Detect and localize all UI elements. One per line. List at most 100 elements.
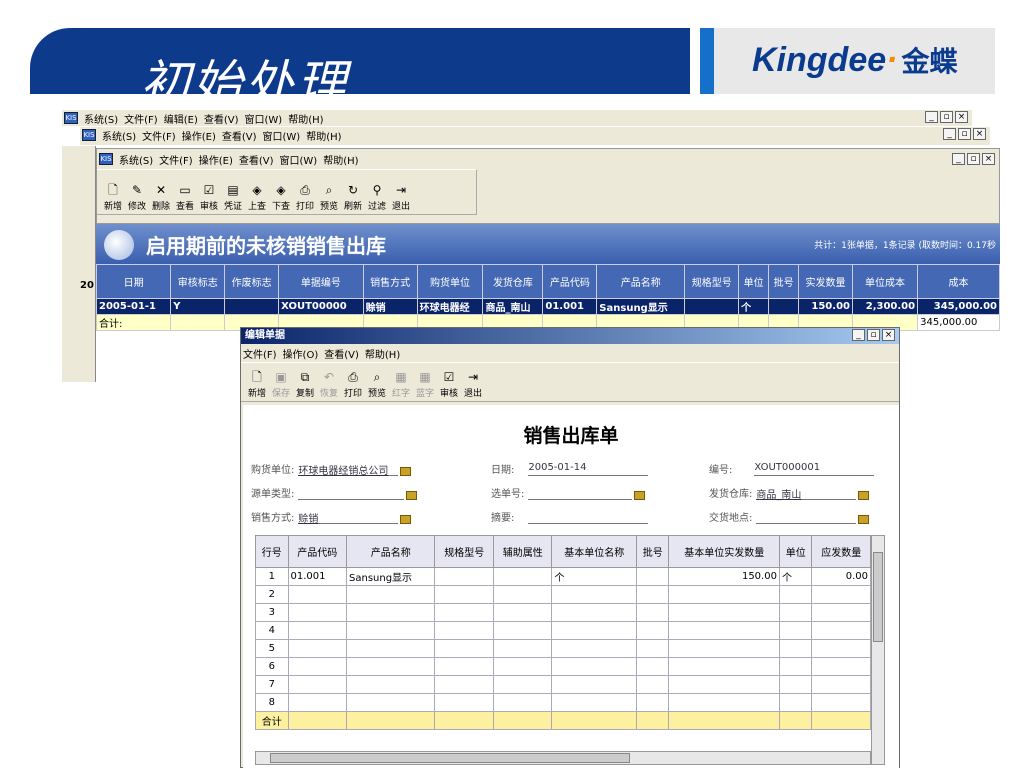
grid-cell[interactable]: 7 [255,675,289,694]
toolbar-button[interactable]: ⇥ 退出 [461,370,485,399]
grid-cell[interactable] [287,693,347,712]
grid-cell[interactable] [551,621,637,640]
toolbar-button[interactable]: ⌕ 预览 [365,370,389,399]
grid-cell[interactable]: 150.00 [668,567,780,586]
grid-cell[interactable] [778,603,813,622]
memo-input[interactable] [528,510,649,524]
grid-cell[interactable] [551,639,637,658]
toolbar-button[interactable]: ▦ 蓝字 [413,370,437,399]
grid-cell[interactable] [811,603,871,622]
lookup-icon[interactable] [634,491,646,500]
menu-item[interactable]: 帮助(H) [288,111,323,126]
grid-cell[interactable] [434,693,494,712]
grid-cell[interactable] [778,693,813,712]
grid-cell[interactable] [668,585,780,604]
menu-item[interactable]: 系统(S) [102,128,136,143]
grid-cell[interactable] [635,657,670,676]
grid-cell[interactable]: Sansung显示 [345,567,436,586]
number-input[interactable]: XOUT000001 [754,462,875,476]
grid-cell[interactable] [635,639,670,658]
grid-cell[interactable] [492,657,553,676]
toolbar-button[interactable]: 🗋 新增 [245,370,269,399]
menu-item[interactable]: 窗口(W) [245,111,283,126]
table-row[interactable]: 6 [255,657,871,676]
lookup-icon[interactable] [858,491,870,500]
column-header[interactable]: 辅助属性 [492,535,553,568]
minimize-icon[interactable]: _ [943,128,956,140]
grid-cell[interactable] [434,675,494,694]
menu-item[interactable]: 窗口(W) [263,128,301,143]
toolbar-button[interactable]: ↶ 恢复 [317,370,341,399]
grid-cell[interactable] [345,603,436,622]
lookup-icon[interactable] [400,515,412,524]
toolbar-button[interactable]: ▭ 查看 [173,183,197,212]
grid-cell[interactable] [492,585,553,604]
grid-cell[interactable] [434,585,494,604]
toolbar-button[interactable]: ↻ 刷新 [341,183,365,212]
column-header[interactable]: 购货单位 [416,264,484,299]
grid-cell[interactable] [668,675,780,694]
column-header[interactable]: 规格型号 [684,264,740,299]
column-header[interactable]: 产品代码 [287,535,347,568]
grid-cell[interactable] [551,693,637,712]
scroll-thumb[interactable] [270,753,630,763]
grid-cell[interactable] [287,585,347,604]
column-header[interactable]: 单位成本 [851,264,919,299]
minimize-icon[interactable]: _ [952,153,965,165]
menu-item[interactable]: 查看(V) [222,128,257,143]
column-header[interactable]: 应发数量 [811,535,871,568]
lookup-icon[interactable] [400,467,412,476]
menu-item[interactable]: 文件(F) [159,152,193,167]
app-icon[interactable]: KIS [64,112,78,124]
grid-cell[interactable] [811,639,871,658]
grid-cell[interactable]: 8 [255,693,289,712]
app-icon[interactable]: KIS [82,129,96,141]
menu-item[interactable]: 操作(O) [283,346,319,361]
grid-cell[interactable] [287,603,347,622]
toolbar-button[interactable]: ⧉ 复制 [293,370,317,399]
menu-item[interactable]: 查看(V) [204,111,239,126]
grid-cell[interactable] [811,621,871,640]
grid-cell[interactable] [551,657,637,676]
grid-cell[interactable] [668,603,780,622]
grid-cell[interactable] [668,621,780,640]
restore-icon[interactable]: ▫ [867,329,880,341]
menu-item[interactable]: 窗口(W) [280,152,318,167]
toolbar-button[interactable]: ✎ 修改 [125,183,149,212]
grid-cell[interactable] [287,639,347,658]
grid-cell[interactable] [345,621,436,640]
grid-cell[interactable] [778,675,813,694]
table-row[interactable]: 5 [255,639,871,658]
toolbar-button[interactable]: ◈ 上查 [245,183,269,212]
column-header[interactable]: 审核标志 [170,264,226,299]
grid-cell[interactable] [811,657,871,676]
grid-cell[interactable] [668,693,780,712]
buyer-input[interactable]: 环球电器经销总公司 [298,462,399,477]
grid-cell[interactable] [551,585,637,604]
scroll-thumb[interactable] [873,552,883,642]
grid-cell[interactable]: 2 [255,585,289,604]
sale-method-input[interactable]: 赊销 [298,510,399,525]
grid-cell[interactable]: 4 [255,621,289,640]
delivery-place-input[interactable] [756,510,857,524]
grid-cell[interactable] [345,585,436,604]
restore-icon[interactable]: ▫ [958,128,971,140]
grid-cell[interactable] [635,675,670,694]
grid-cell[interactable] [778,621,813,640]
toolbar-button[interactable]: ◈ 下查 [269,183,293,212]
grid-cell[interactable] [811,675,871,694]
grid-cell[interactable]: 个 [778,567,813,586]
menu-item[interactable]: 查看(V) [239,152,274,167]
minimize-icon[interactable]: _ [925,111,938,123]
grid-cell[interactable] [492,639,553,658]
source-type-input[interactable] [298,486,405,500]
horizontal-scrollbar[interactable] [255,751,871,765]
grid-cell[interactable] [434,567,494,586]
column-header[interactable]: 批号 [635,535,670,568]
table-row[interactable]: 8 [255,693,871,712]
column-header[interactable]: 作废标志 [224,264,280,299]
grid-cell[interactable] [492,567,553,586]
toolbar-button[interactable]: ⎙ 打印 [293,183,317,212]
close-icon[interactable]: × [882,329,895,341]
grid-cell[interactable]: 01.001 [287,567,347,586]
